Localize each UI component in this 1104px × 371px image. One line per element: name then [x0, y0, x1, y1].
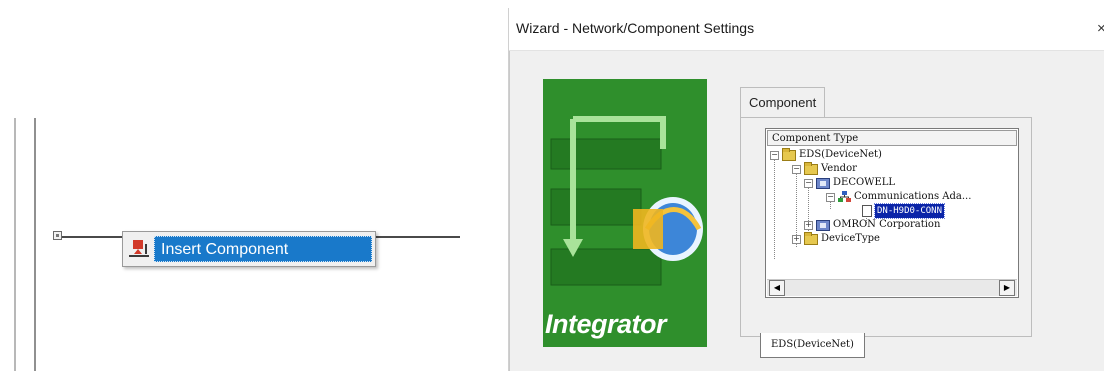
network-diagram: Insert Component [0, 0, 470, 371]
splash-artwork [543, 79, 707, 347]
vendor-icon [816, 219, 830, 231]
tree-node-label: OMRON Corporation [833, 219, 941, 230]
expand-icon[interactable]: + [792, 234, 801, 244]
wizard-dialog: Wizard - Network/Component Settings × In… [508, 8, 1104, 371]
tree-column-header[interactable]: Component Type [767, 130, 1017, 146]
diagram-border-line [14, 118, 16, 371]
tab-eds-devicenet[interactable]: EDS(DeviceNet) [760, 333, 865, 358]
tree-node-label-selected: DN-H9D0-CONN [873, 203, 946, 219]
network-device-icon [838, 191, 851, 203]
tree-node-devicetype[interactable]: + DeviceType [792, 231, 880, 246]
tree-node-label: Vendor [821, 163, 857, 174]
tree-node-eds-devicenet[interactable]: − EDS(DeviceNet) [770, 147, 882, 162]
context-menu: Insert Component [122, 231, 376, 267]
menu-item-insert-component[interactable]: Insert Component [126, 235, 372, 263]
collapse-icon[interactable]: − [826, 192, 835, 202]
folder-icon [804, 161, 818, 175]
scroll-left-icon[interactable]: ◀ [769, 280, 785, 296]
dialog-title: Wizard - Network/Component Settings [516, 20, 755, 36]
integrator-splash-image: Integrator [543, 79, 707, 347]
vendor-icon [816, 177, 830, 189]
horizontal-scrollbar[interactable]: ◀ ▶ [767, 279, 1017, 296]
folder-icon [782, 147, 796, 161]
collapse-icon[interactable]: − [792, 164, 801, 174]
collapse-icon[interactable]: − [770, 150, 779, 160]
folder-icon [804, 231, 818, 245]
collapse-icon[interactable]: − [804, 178, 813, 188]
eds-file-icon [862, 205, 872, 217]
dialog-content: Integrator Component Component Type − ED… [509, 51, 1104, 371]
tree-node-label: EDS(DeviceNet) [799, 149, 882, 160]
dialog-titlebar[interactable]: Wizard - Network/Component Settings × [509, 8, 1104, 51]
insert-component-label: Insert Component [154, 236, 372, 262]
dialog-body: Integrator Component Component Type − ED… [509, 51, 1104, 371]
tree-node-label: DECOWELL [833, 177, 896, 188]
integrator-logo-text: Integrator [545, 309, 667, 339]
close-button[interactable]: × [1097, 20, 1104, 37]
diagram-border-line [34, 118, 36, 371]
tree-node-dn-h9d0-conn[interactable]: DN-H9D0-CONN [862, 203, 946, 219]
tree-node-label: Communications Ada... [854, 191, 972, 202]
tree-node-decowell[interactable]: − DECOWELL [804, 176, 895, 190]
tree-node-label: DeviceType [821, 233, 880, 244]
scroll-right-icon[interactable]: ▶ [999, 280, 1015, 296]
tree-connector [774, 155, 775, 259]
bus-node-handle[interactable] [53, 231, 62, 240]
tree-node-vendor[interactable]: − Vendor [792, 161, 857, 176]
component-tree[interactable]: Component Type − EDS(DeviceNet) − Vendor… [765, 128, 1019, 298]
insert-component-icon [126, 236, 154, 262]
component-tab-panel: Component Type − EDS(DeviceNet) − Vendor… [740, 117, 1032, 337]
tab-component[interactable]: Component [740, 87, 826, 118]
expand-icon[interactable]: + [804, 220, 813, 230]
tree-node-communications-adapter[interactable]: − Communications Ada... [826, 190, 971, 204]
tree-node-omron[interactable]: + OMRON Corporation [804, 218, 940, 232]
